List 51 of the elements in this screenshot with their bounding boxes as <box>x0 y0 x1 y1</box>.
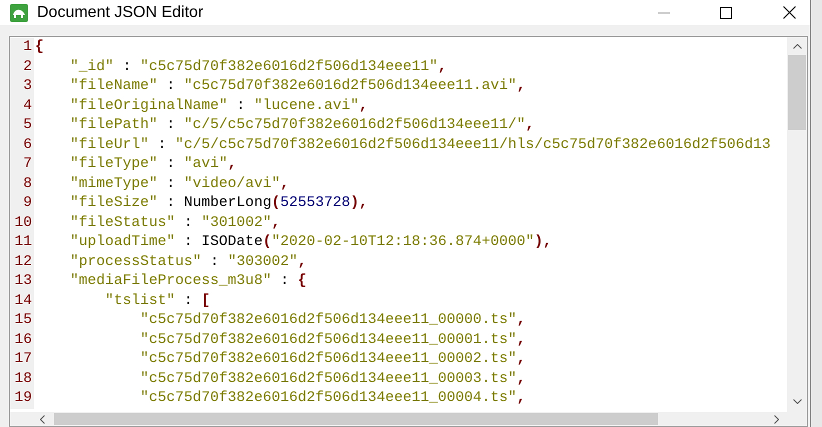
code-line: "fileSize" : NumberLong(52553728), <box>69 194 368 213</box>
code-line: "c5c75d70f382e6016d2f506d134eee11_00002.ts", <box>139 350 526 369</box>
scroll-up-icon[interactable] <box>792 44 802 49</box>
line-number: 11 <box>10 233 34 252</box>
line-number: 16 <box>10 330 34 350</box>
code-line: "fileName" : "c5c75d70f382e6016d2f506d134eee11.avi", <box>69 77 526 96</box>
line-number: 6 <box>10 136 34 155</box>
line-number: 12 <box>10 252 34 272</box>
line-number: 13 <box>10 272 34 292</box>
code-line: "fileUrl" : "c/5/c5c75d70f382e6016d2f506d134eee11/hls/c5c75d70f382e6016d2f506d13 <box>69 136 771 154</box>
code-line: "c5c75d70f382e6016d2f506d134eee11_00004.ts", <box>139 389 526 408</box>
code-line: "fileOriginalName" : "lucene.avi", <box>69 96 368 116</box>
scroll-left-icon[interactable] <box>40 414 45 424</box>
code-line: "mimeType" : "video/avi", <box>69 174 289 194</box>
close-button[interactable] <box>783 6 796 19</box>
scrollbar-thumb[interactable] <box>54 413 658 425</box>
scroll-right-icon[interactable] <box>774 414 779 424</box>
vertical-scrollbar[interactable] <box>787 37 807 412</box>
code-line: "fileStatus" : "301002", <box>69 214 280 232</box>
line-number: 17 <box>10 350 34 370</box>
line-number: 10 <box>10 214 34 233</box>
code-line: { <box>34 38 44 57</box>
code-line: "c5c75d70f382e6016d2f506d134eee11_00003.ts", <box>139 370 526 388</box>
line-number: 3 <box>10 77 34 96</box>
line-number: 14 <box>10 292 34 311</box>
code-line: "uploadTime" : ISODate("2020-02-10T12:18:36.874+0000"), <box>69 233 552 252</box>
window-title: Document JSON Editor <box>37 2 204 22</box>
line-number: 9 <box>10 194 34 214</box>
code-line: "mediaFileProcess_m3u8" : { <box>69 272 307 291</box>
code-line: "filePath" : "c/5/c5c75d70f382e6016d2f506d134eee11/", <box>69 116 534 135</box>
scrollbar-thumb[interactable] <box>788 55 806 130</box>
minimize-button[interactable] <box>658 12 670 14</box>
line-number: 8 <box>10 174 34 194</box>
line-number: 2 <box>10 58 34 77</box>
line-number: 5 <box>10 116 34 136</box>
scroll-down-icon[interactable] <box>792 399 802 404</box>
code-line: "tslist" : [ <box>104 292 210 310</box>
line-number: 7 <box>10 155 34 174</box>
code-line: "c5c75d70f382e6016d2f506d134eee11_00000.ts", <box>139 311 526 330</box>
code-line: "processStatus" : "303002", <box>69 252 307 272</box>
code-line: "_id" : "c5c75d70f382e6016d2f506d134eee11", <box>69 58 447 76</box>
line-number: 15 <box>10 311 34 330</box>
code-line: "fileType" : "avi", <box>69 155 236 174</box>
line-number: 18 <box>10 370 34 389</box>
line-number: 4 <box>10 96 34 116</box>
app-icon <box>10 4 28 22</box>
line-number: 19 <box>10 389 34 408</box>
code-line: "c5c75d70f382e6016d2f506d134eee11_00001.ts", <box>139 330 526 350</box>
line-number: 1 <box>10 38 34 58</box>
horizontal-scrollbar[interactable] <box>10 412 807 426</box>
maximize-button[interactable] <box>720 6 732 18</box>
